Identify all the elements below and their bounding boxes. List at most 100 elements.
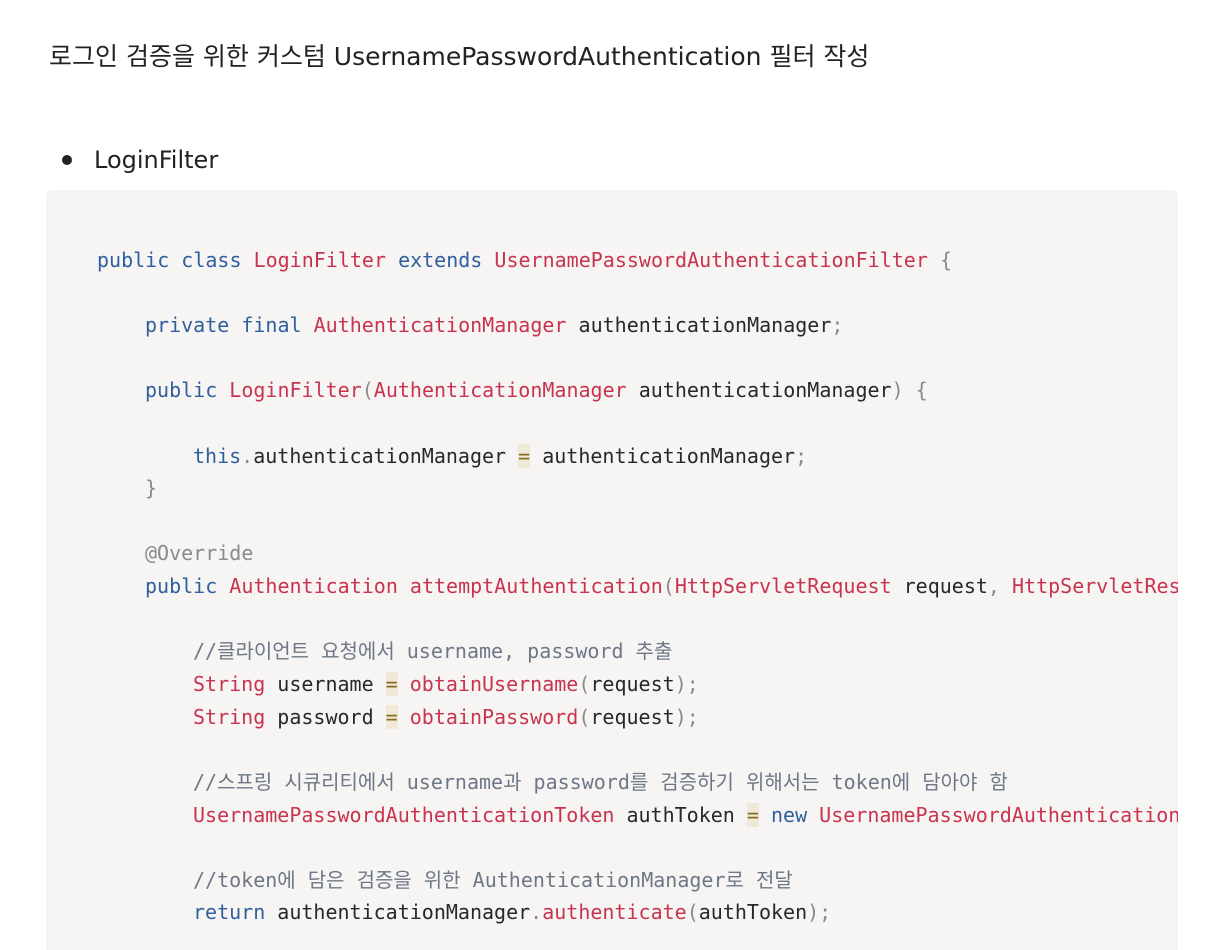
code-token: ) [891, 378, 904, 402]
code-token: UsernamePasswordAuthenticationToken [193, 803, 615, 827]
code-token: authenticationManager [265, 900, 531, 924]
code-token: obtainUsername [409, 672, 579, 696]
code-token: ; [686, 672, 699, 696]
code-line: //스프링 시큐리티에서 username과 password를 검증하기 위해… [193, 768, 1008, 796]
code-token: UsernamePasswordAuthenticationFilter [494, 248, 928, 272]
code-token: ) [674, 705, 687, 729]
code-line: String username = obtainUsername(request… [193, 670, 699, 698]
code-token: //클라이언트 요청에서 username, password 추출 [193, 639, 673, 663]
bullet-label: LoginFilter [94, 146, 219, 174]
code-token: request [891, 574, 988, 598]
code-line: @Override [145, 539, 253, 567]
code-token: } [145, 476, 158, 500]
code-token: public [145, 574, 218, 598]
code-token: ( [578, 705, 591, 729]
code-block[interactable]: public class LoginFilter extends Usernam… [46, 190, 1178, 950]
code-token: authToken [698, 900, 808, 924]
code-line: return authenticationManager.authenticat… [193, 898, 831, 926]
code-line: this.authenticationManager = authenticat… [193, 442, 807, 470]
code-token: ; [686, 705, 699, 729]
code-token: authenticationManager [253, 444, 519, 468]
code-token: new [770, 803, 808, 827]
bullet-item: LoginFilter [62, 143, 218, 177]
code-line: //클라이언트 요청에서 username, password 추출 [193, 637, 672, 665]
code-token: ; [795, 444, 808, 468]
code-token: extends [398, 248, 483, 272]
code-token: obtainPassword [409, 705, 579, 729]
code-line: UsernamePasswordAuthenticationToken auth… [193, 801, 1178, 829]
bullet-dot-icon [62, 155, 72, 165]
code-token: ( [686, 900, 699, 924]
code-token: Authentication [229, 574, 398, 598]
code-token: class [181, 248, 242, 272]
code-token: authenticationManager [566, 313, 832, 337]
code-token: request [590, 705, 675, 729]
code-token: ( [578, 672, 591, 696]
code-token: private [145, 313, 230, 337]
code-token: password [265, 705, 386, 729]
code-token: . [530, 900, 543, 924]
code-line: public class LoginFilter extends Usernam… [97, 246, 952, 274]
code-token: ( [662, 574, 675, 598]
code-line: } [145, 474, 157, 502]
code-line: //token에 담은 검증을 위한 AuthenticationManager… [193, 866, 793, 894]
code-token: final [241, 313, 302, 337]
code-token: ) [807, 900, 820, 924]
code-token: //스프링 시큐리티에서 username과 password를 검증하기 위해… [193, 770, 1008, 794]
code-token: @Override [145, 541, 254, 565]
code-token: ; [819, 900, 832, 924]
code-token: ( [361, 378, 374, 402]
code-token: username [265, 672, 386, 696]
code-line: private final AuthenticationManager auth… [145, 311, 843, 339]
code-token: String [193, 672, 266, 696]
code-token: . [241, 444, 254, 468]
section-heading: 로그인 검증을 위한 커스텀 UsernamePasswordAuthentic… [49, 42, 870, 71]
code-token: = [385, 672, 398, 696]
code-token: public [145, 378, 218, 402]
code-token: LoginFilter [253, 248, 387, 272]
code-line: public LoginFilter(AuthenticationManager… [145, 376, 928, 404]
code-token: authenticationManager [626, 378, 892, 402]
code-token: AuthenticationManager [313, 313, 567, 337]
code-token: { [939, 248, 952, 272]
code-token: HttpServletResponse [1012, 574, 1178, 598]
code-token: LoginFilter [229, 378, 362, 402]
code-token: = [746, 803, 759, 827]
code-token: = [518, 444, 531, 468]
code-token: { [915, 378, 928, 402]
code-line: public Authentication attemptAuthenticat… [145, 572, 1178, 600]
code-token: authenticationManager [530, 444, 796, 468]
code-token: return [193, 900, 266, 924]
code-token: = [385, 705, 398, 729]
code-token: request [590, 672, 675, 696]
code-token: this [193, 444, 242, 468]
code-token: UsernamePasswordAuthenticationToken [819, 803, 1178, 827]
code-token: public [97, 248, 170, 272]
code-token: , [987, 574, 1000, 598]
code-token: HttpServletRequest [674, 574, 892, 598]
code-token: String [193, 705, 266, 729]
code-line: String password = obtainPassword(request… [193, 703, 699, 731]
code-token: ) [674, 672, 687, 696]
code-token: attemptAuthentication [409, 574, 663, 598]
code-token: authenticate [542, 900, 687, 924]
code-token: authToken [614, 803, 747, 827]
code-token: ; [831, 313, 844, 337]
code-token: AuthenticationManager [373, 378, 627, 402]
